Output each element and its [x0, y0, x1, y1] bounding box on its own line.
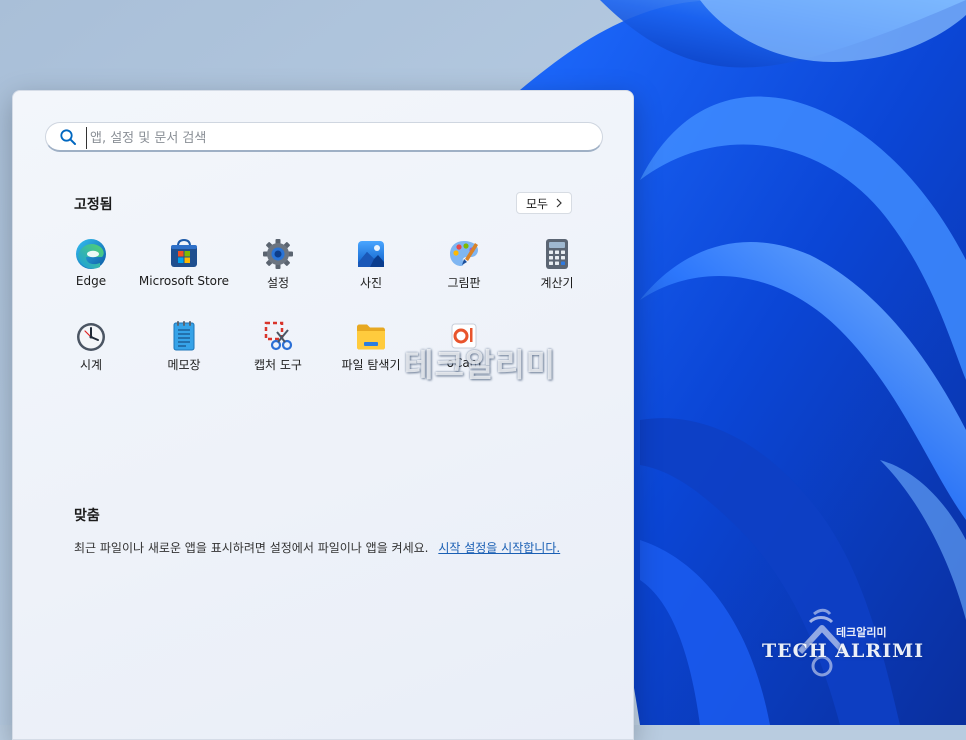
- app-label: 메모장: [167, 358, 201, 372]
- watermark-text: 테크알리미: [404, 346, 557, 384]
- search-box[interactable]: [45, 122, 603, 152]
- settings-gear-icon: [263, 239, 293, 269]
- clock-icon: [77, 323, 105, 351]
- notepad-icon: [173, 321, 195, 351]
- all-apps-label: 모두: [525, 196, 549, 211]
- search-input[interactable]: [86, 127, 592, 149]
- pinned-app-paint[interactable]: 그림판: [417, 237, 511, 301]
- calculator-icon: [546, 239, 568, 269]
- app-label: 계산기: [540, 276, 574, 290]
- app-label: 설정: [266, 276, 290, 290]
- watermark-logo-subtitle: 테크알리미: [836, 626, 887, 639]
- app-label: 캡처 도구: [254, 358, 302, 372]
- pinned-app-microsoft-store[interactable]: Microsoft Store: [137, 237, 231, 301]
- pinned-app-calculator[interactable]: 계산기: [510, 237, 604, 301]
- recommended-text: 최근 파일이나 새로운 앱을 표시하려면 설정에서 파일이나 앱을 켜세요.: [74, 541, 429, 555]
- app-label: 시계: [79, 358, 103, 372]
- edge-icon: [76, 239, 106, 269]
- all-apps-button[interactable]: 모두: [516, 192, 572, 214]
- snipping-tool-icon: [264, 321, 293, 351]
- watermark-logo-title: TECH ALRIMI: [762, 640, 925, 662]
- pinned-app-notepad[interactable]: 메모장: [137, 319, 231, 383]
- pinned-section-title: 고정됨: [74, 197, 113, 213]
- pinned-app-edge[interactable]: Edge: [44, 237, 138, 301]
- file-explorer-folder-icon: [357, 324, 385, 350]
- microsoft-store-icon: [171, 238, 197, 267]
- paint-palette-icon: [450, 241, 478, 266]
- chevron-right-icon: [556, 198, 562, 208]
- app-label: 그림판: [447, 276, 481, 290]
- photos-icon: [358, 241, 384, 267]
- recommended-section-title: 맞춤: [74, 508, 100, 524]
- start-menu-panel: 고정됨 모두 Edge: [12, 90, 634, 740]
- recommended-message: 최근 파일이나 새로운 앱을 표시하려면 설정에서 파일이나 앱을 켜세요. 시…: [74, 539, 560, 556]
- app-label: 사진: [359, 276, 383, 290]
- pinned-app-snipping-tool[interactable]: 캡처 도구: [231, 319, 325, 383]
- search-icon: [60, 129, 76, 145]
- app-label: Edge: [75, 274, 107, 288]
- app-label: Microsoft Store: [138, 274, 230, 288]
- start-settings-link[interactable]: 시작 설정을 시작합니다.: [438, 541, 560, 555]
- pinned-app-settings[interactable]: 설정: [231, 237, 325, 301]
- pinned-app-clock[interactable]: 시계: [44, 319, 138, 383]
- pinned-app-photos[interactable]: 사진: [324, 237, 418, 301]
